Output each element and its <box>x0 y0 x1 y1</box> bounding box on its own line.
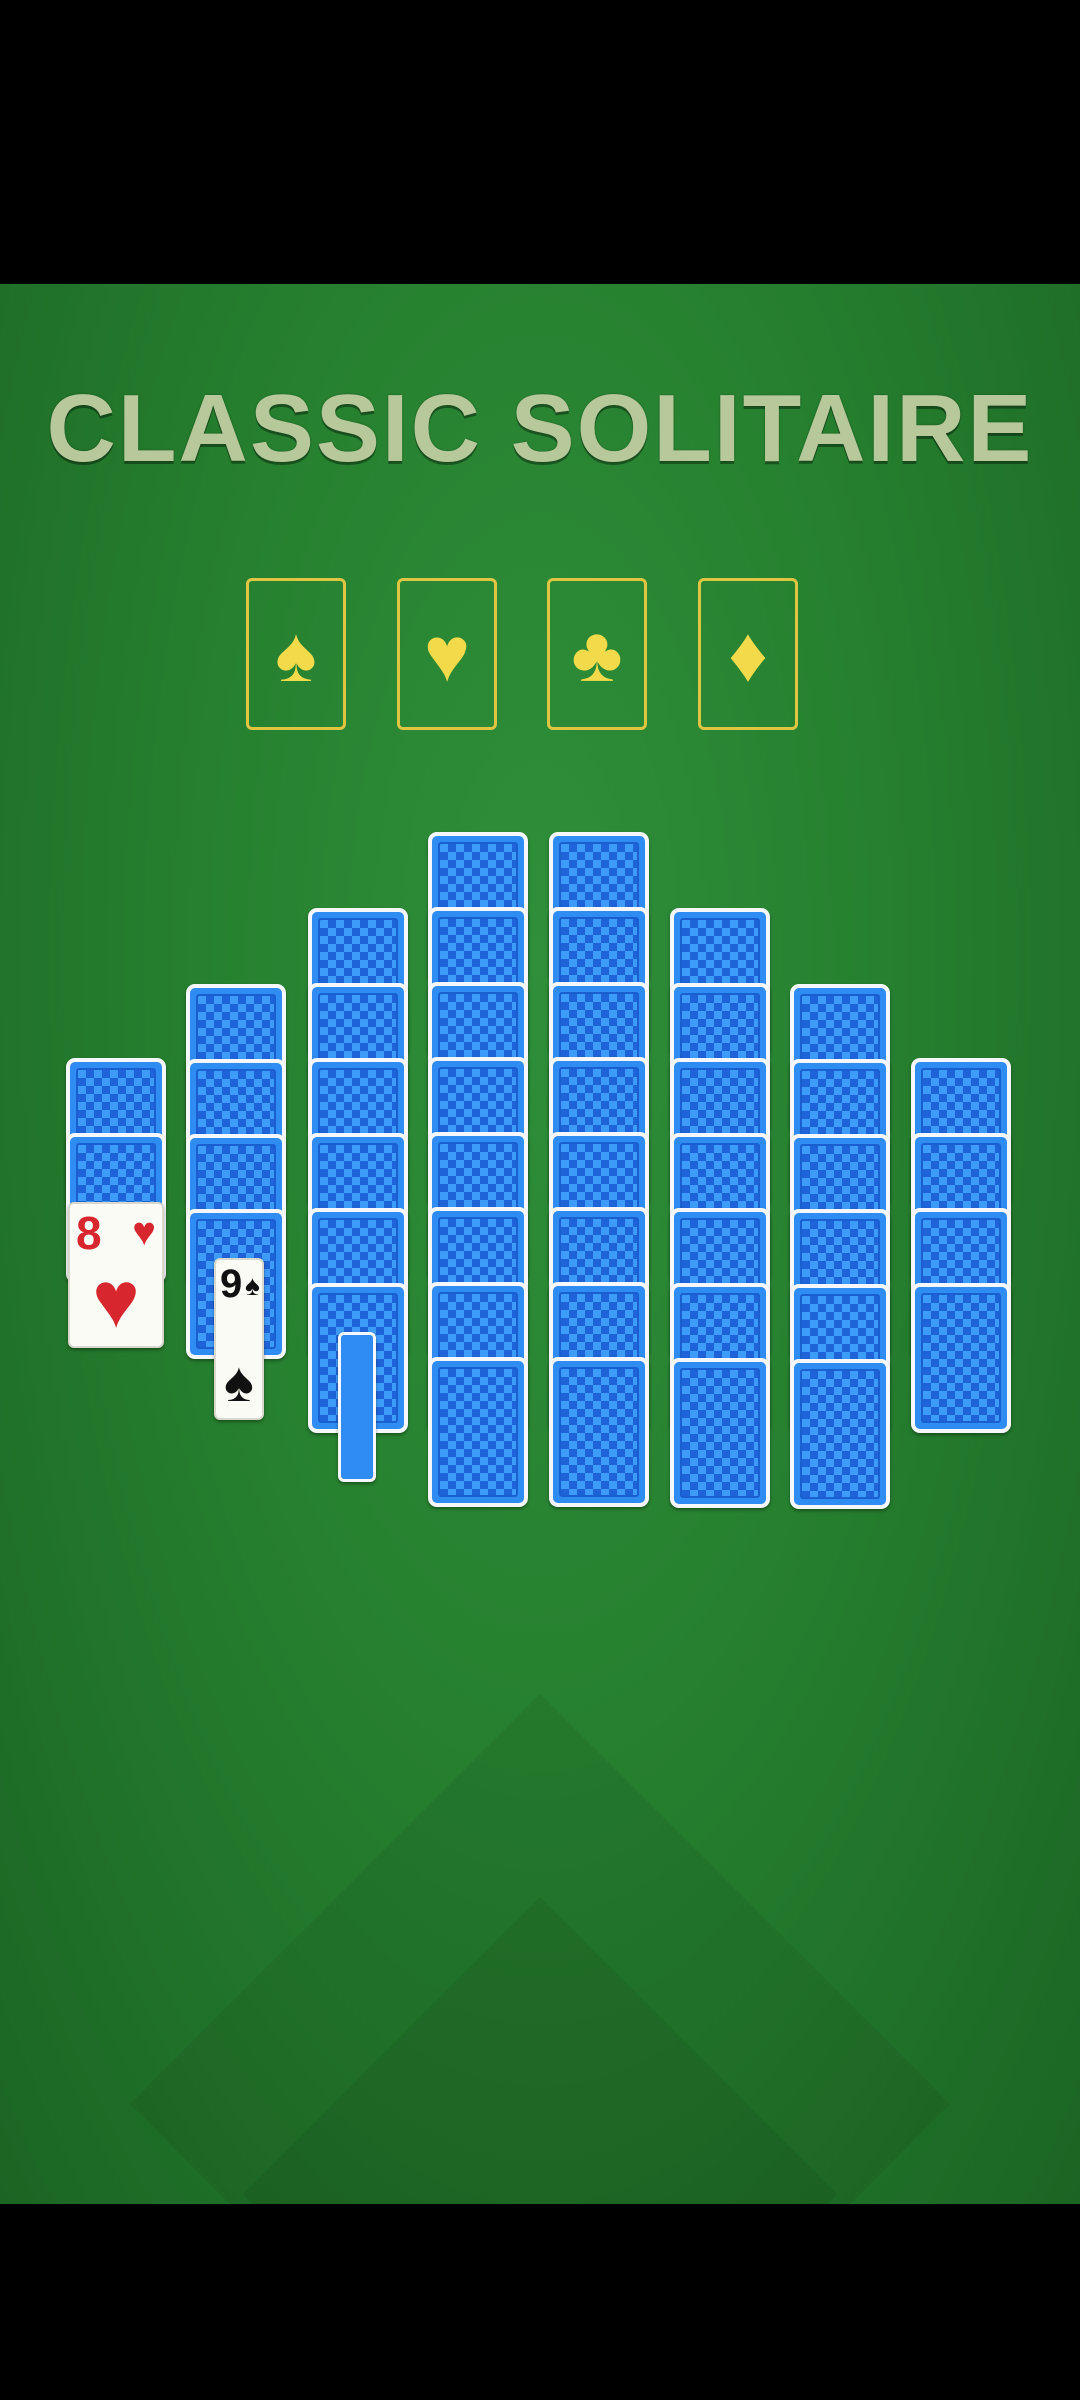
spade-icon: ♠ <box>245 1270 260 1301</box>
face-up-card-8-hearts[interactable]: 8 ♥ ♥ <box>68 1202 164 1348</box>
diamond-icon: ♦ <box>728 610 768 698</box>
face-down-card[interactable] <box>670 1358 770 1508</box>
card-back-pattern <box>438 1367 518 1497</box>
face-down-card[interactable] <box>790 1359 890 1509</box>
bottom-black-bar <box>0 2204 1080 2400</box>
game-table: CLASSIC SOLITAIRE ♠ ♥ ♣ ♦ 8 ♥ ♥ 9 ♠ ♠ <box>0 284 1080 2204</box>
card-rank: 9 <box>220 1262 243 1306</box>
top-black-bar <box>0 0 1080 284</box>
foundation-hearts[interactable]: ♥ <box>397 578 497 730</box>
face-up-card-9-spades[interactable]: 9 ♠ ♠ <box>214 1258 264 1420</box>
heart-icon: ♥ <box>92 1255 140 1344</box>
card-rank: 8 <box>76 1207 102 1259</box>
face-down-card[interactable] <box>428 1357 528 1507</box>
card-back-pattern <box>559 1367 639 1497</box>
foundation-clubs[interactable]: ♣ <box>547 578 647 730</box>
card-back-pattern <box>800 1369 880 1499</box>
face-down-card[interactable] <box>549 1357 649 1507</box>
spade-icon: ♠ <box>224 1350 254 1413</box>
face-down-card[interactable] <box>911 1283 1011 1433</box>
card-back-pattern <box>680 1368 760 1498</box>
heart-icon: ♥ <box>423 610 471 698</box>
game-title: CLASSIC SOLITAIRE <box>46 375 1034 482</box>
card-back-pattern <box>921 1293 1001 1423</box>
club-icon: ♣ <box>571 610 623 698</box>
foundation-diamonds[interactable]: ♦ <box>698 578 798 730</box>
moving-card[interactable] <box>338 1332 376 1482</box>
foundation-spades[interactable]: ♠ <box>246 578 346 730</box>
heart-icon: ♥ <box>132 1210 156 1254</box>
spade-icon: ♠ <box>275 610 317 698</box>
